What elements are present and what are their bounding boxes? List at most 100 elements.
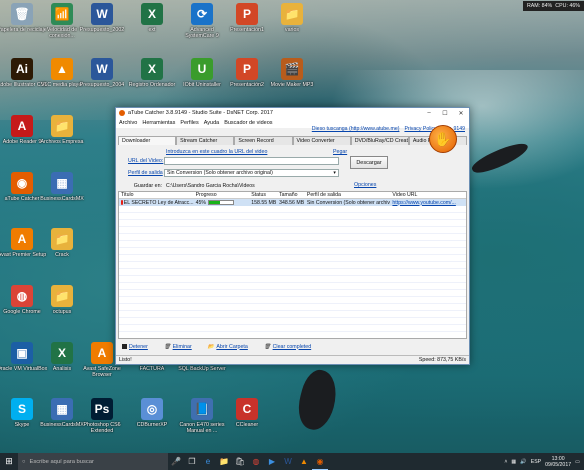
desktop-icon-image: W	[91, 58, 113, 80]
desktop-icon[interactable]: 📁 varios	[266, 3, 318, 33]
desktop-icon-image: 📁	[51, 285, 73, 307]
tab-video-converter[interactable]: Video Converter	[292, 136, 351, 145]
desktop-icon-image: U	[191, 58, 213, 80]
clock[interactable]: 13:00 09/05/2017	[545, 456, 571, 468]
open-folder-button[interactable]: 📂 Abrir Carpeta	[208, 344, 248, 350]
profile-select[interactable]: Sin Conversion (Solo obtener archivo ori…	[164, 169, 339, 177]
tab-downloader[interactable]: Downloader	[118, 136, 177, 145]
desktop-icon[interactable]: ◎ CDBurnerXP	[126, 398, 178, 428]
url-input[interactable]	[164, 157, 339, 165]
edge-icon[interactable]: e	[200, 453, 216, 470]
tab-strip: Downloader Stream Catcher Screen Record …	[118, 136, 468, 145]
tab-stream-catcher[interactable]: Stream Catcher	[176, 136, 235, 145]
clear-completed-button[interactable]: 🗑 Clear completed	[264, 344, 311, 350]
desktop-icon-image: ◉	[11, 172, 33, 194]
volume-icon[interactable]: 🔊	[520, 459, 526, 465]
desktop-icon[interactable]: ▦ BusinessCardsMX	[36, 172, 88, 202]
chrome-icon[interactable]: ◍	[248, 453, 264, 470]
col-url[interactable]: Video URL	[390, 192, 466, 198]
desktop-icon[interactable]: 📁 octupus	[36, 285, 88, 315]
language-indicator[interactable]: ESP	[531, 459, 541, 465]
desktop-icon[interactable]: 🎬 Movie Maker MP3	[266, 58, 318, 88]
profile-label: Perfil de salida	[128, 170, 163, 176]
empty-row	[119, 255, 466, 262]
desktop-icon-label: SQL BackUp Server	[178, 366, 226, 372]
empty-row	[119, 269, 466, 276]
col-profile[interactable]: Perfil de salida	[305, 192, 391, 198]
desktop-icon-label: Avast SafeZone Browser	[83, 366, 121, 378]
menu-archivo[interactable]: Archivo	[119, 120, 137, 126]
bottom-toolbar: Detener 🗑 Eliminar 📂 Abrir Carpeta 🗑 Clear …	[118, 342, 467, 351]
download-button[interactable]: Descargar	[350, 156, 388, 169]
empty-row	[119, 241, 466, 248]
col-status[interactable]: Status	[249, 192, 277, 198]
desktop-icon[interactable]: C CCleaner	[221, 398, 273, 428]
desktop-icon-image: A	[11, 115, 33, 137]
menu-ayuda[interactable]: Ayuda	[204, 120, 220, 126]
file-explorer-icon[interactable]: 📁	[216, 453, 232, 470]
desktop-icon-label: varios	[284, 27, 300, 33]
desktop-icon-label: BusinessCardsMX	[40, 196, 84, 202]
stop-icon	[122, 344, 127, 349]
taskbar-search[interactable]: ○ Escribe aquí para buscar	[18, 453, 168, 470]
media-icon[interactable]: ▶	[264, 453, 280, 470]
ram-usage: RAM: 84%	[526, 3, 553, 9]
desktop-icon[interactable]: 📁 Crack	[36, 228, 88, 258]
network-icon[interactable]: ▦	[511, 459, 516, 465]
desktop-icon-image: 📘	[191, 398, 213, 420]
maximize-button[interactable]: ☐	[437, 110, 453, 117]
website-link[interactable]: Dieso tuscanga (http://www.atube.me)	[312, 126, 400, 132]
tab-dvd-creator[interactable]: DVD/BluRay/CD Creator	[350, 136, 409, 145]
delete-button[interactable]: 🗑 Eliminar	[164, 344, 192, 350]
desktop-icon[interactable]: Xext	[126, 3, 178, 33]
stop-button[interactable]: Detener	[122, 344, 148, 350]
desktop-icon-image: P	[236, 3, 258, 25]
col-title[interactable]: Titulo	[119, 192, 194, 198]
delete-label: Eliminar	[172, 343, 192, 350]
desktop-icon-image: 📁	[281, 3, 303, 25]
atube-taskbar-icon[interactable]: ◉	[312, 453, 328, 470]
desktop-icon-image: ◍	[11, 285, 33, 307]
col-size[interactable]: Tamaño	[277, 192, 305, 198]
chevron-up-icon[interactable]: ˄	[504, 459, 507, 465]
mic-icon[interactable]: 🎤	[168, 453, 184, 470]
row-url[interactable]: https://www.youtube.com/...	[390, 200, 466, 206]
tab-screen-record[interactable]: Screen Record	[234, 136, 293, 145]
speed-text: Speed: 873,75 KB/s	[418, 357, 466, 363]
notifications-icon[interactable]: ▭	[575, 459, 580, 465]
save-path[interactable]: C:\Users\Sandro Garcia Rocha\Videos	[164, 182, 314, 190]
row-status: 158.55 MB	[251, 199, 277, 206]
table-row[interactable]: EL SECRETO Ley de Atracc... 45% 158.55 M…	[119, 199, 466, 206]
desktop-icon[interactable]: W Presupuesto_2004	[76, 58, 128, 88]
empty-row	[119, 276, 466, 283]
word-icon[interactable]: W	[280, 453, 296, 470]
desktop-icon-label: Archivos Empresa	[40, 139, 84, 145]
options-link[interactable]: Opciones	[354, 182, 376, 188]
desktop-icon[interactable]: W Presupuesto_2002	[76, 3, 128, 33]
window-titlebar[interactable]: aTube Catcher 3.8.9149 - Studio Suite - …	[116, 108, 469, 118]
menu-buscador[interactable]: Buscador de videos	[224, 120, 272, 126]
row-title: EL SECRETO Ley de Atracc...	[123, 199, 194, 206]
desktop-icon-image: ▲	[51, 58, 73, 80]
window-title: aTube Catcher 3.8.9149 - Studio Suite - …	[128, 110, 273, 116]
windows-start-icon[interactable]: ⊞	[0, 456, 18, 467]
desktop-icon[interactable]: 📁 Archivos Empresa	[36, 115, 88, 145]
system-monitor-widget: RAM: 84% CPU: 46%	[522, 1, 584, 11]
close-button[interactable]: ✕	[453, 110, 469, 117]
desktop-icon[interactable]: X Registro Ordenador	[126, 58, 178, 88]
atube-catcher-window: aTube Catcher 3.8.9149 - Studio Suite - …	[115, 107, 470, 365]
minimize-button[interactable]: –	[421, 110, 437, 116]
chevron-down-icon: ▾	[333, 170, 336, 176]
store-icon[interactable]: 🛍	[232, 453, 248, 470]
col-progress[interactable]: Progreso	[194, 192, 250, 198]
task-view-icon[interactable]: ❐	[184, 453, 200, 470]
paste-link[interactable]: Pegar	[333, 149, 347, 155]
menu-herramientas[interactable]: Herramientas	[142, 120, 175, 126]
trash-icon: 🗑	[263, 343, 271, 350]
desktop-icon[interactable]: Ps Photoshop CS6 Extended	[76, 398, 128, 434]
open-folder-label: Abrir Carpeta	[216, 343, 248, 350]
vlc-icon[interactable]: ▲	[296, 453, 312, 470]
intro-link[interactable]: Introduzca en este cuadro la URL del vid…	[166, 149, 267, 155]
menu-perfiles[interactable]: Perfiles	[180, 120, 198, 126]
row-progress-cell: 45%	[194, 200, 250, 206]
